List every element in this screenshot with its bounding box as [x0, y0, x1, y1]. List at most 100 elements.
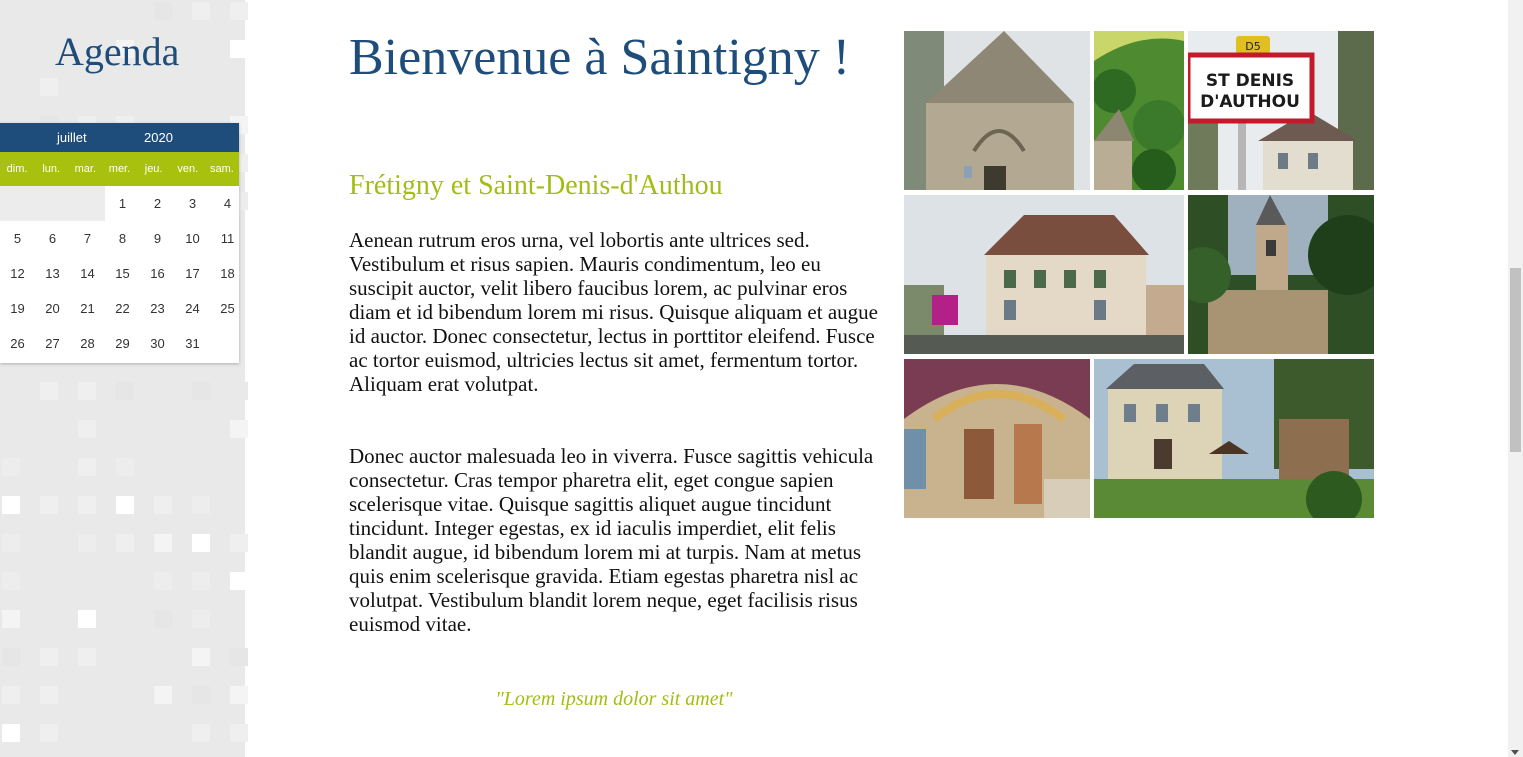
pattern-square — [154, 2, 172, 20]
pattern-square — [2, 724, 20, 742]
pattern-square — [40, 648, 58, 666]
sign-line-1: ST DENIS — [1206, 71, 1294, 91]
intro-paragraph: Aenean rutrum eros urna, vel lobortis an… — [349, 228, 878, 396]
calendar-day[interactable]: 31 — [175, 326, 210, 361]
photo-church-tower[interactable] — [1188, 195, 1374, 354]
calendar-month[interactable]: juillet — [57, 130, 87, 145]
pattern-square — [40, 724, 58, 742]
calendar-day[interactable]: 28 — [70, 326, 105, 361]
pattern-square — [230, 648, 248, 666]
photo-village-sign[interactable]: D5 ST DENIS D'AUTHOU — [1188, 31, 1374, 190]
page-subtitle: Frétigny et Saint-Denis-d'Authou — [349, 170, 723, 201]
scrollbar-thumb[interactable] — [1510, 268, 1521, 452]
calendar-day[interactable]: 19 — [0, 291, 35, 326]
pattern-square — [116, 496, 134, 514]
pattern-square — [2, 686, 20, 704]
pattern-square — [40, 78, 58, 96]
weekday-label: lun. — [42, 163, 61, 175]
agenda-title: Agenda — [55, 29, 180, 74]
calendar-day[interactable]: 8 — [105, 221, 140, 256]
calendar-day[interactable]: 20 — [35, 291, 70, 326]
calendar-day[interactable]: 24 — [175, 291, 210, 326]
pattern-square — [40, 686, 58, 704]
pattern-square — [192, 382, 210, 400]
pattern-square — [192, 572, 210, 590]
pattern-square — [2, 420, 20, 438]
calendar-day[interactable]: 11 — [210, 221, 245, 256]
second-paragraph: Donec auctor malesuada leo in viverra. F… — [349, 444, 874, 636]
calendar-year[interactable]: 2020 — [144, 130, 173, 145]
calendar-day[interactable]: 4 — [210, 186, 245, 221]
calendar-day[interactable]: 21 — [70, 291, 105, 326]
calendar-day[interactable]: 9 — [140, 221, 175, 256]
pattern-square — [78, 572, 96, 590]
pattern-square — [192, 458, 210, 476]
calendar-day[interactable]: 13 — [35, 256, 70, 291]
quote: "Lorem ipsum dolor sit amet" — [495, 688, 733, 710]
pattern-square — [230, 420, 248, 438]
calendar-day[interactable]: 16 — [140, 256, 175, 291]
weekday-label: mar. — [74, 163, 97, 175]
calendar-day[interactable]: 1 — [105, 186, 140, 221]
pattern-square — [154, 496, 172, 514]
calendar-day[interactable]: 27 — [35, 326, 70, 361]
pattern-square — [192, 648, 210, 666]
photo-countryside[interactable] — [1094, 31, 1184, 190]
pattern-square — [78, 648, 96, 666]
pattern-square — [154, 610, 172, 628]
photo-town-hall[interactable] — [904, 195, 1184, 354]
pattern-square — [78, 420, 96, 438]
calendar-day[interactable]: 15 — [105, 256, 140, 291]
pattern-square — [116, 458, 134, 476]
pattern-square — [230, 686, 248, 704]
calendar-day[interactable]: 2 — [140, 186, 175, 221]
pattern-square — [154, 534, 172, 552]
photo-fresco[interactable] — [904, 359, 1090, 518]
pattern-square — [2, 572, 20, 590]
sign-line-2: D'AUTHOU — [1200, 92, 1300, 112]
calendar-day[interactable]: 14 — [70, 256, 105, 291]
calendar-day[interactable]: 25 — [210, 291, 245, 326]
pattern-square — [40, 496, 58, 514]
pattern-square — [116, 534, 134, 552]
calendar-day[interactable]: 17 — [175, 256, 210, 291]
calendar-day[interactable]: 23 — [140, 291, 175, 326]
pattern-square — [192, 686, 210, 704]
page-scrollbar[interactable] — [1508, 0, 1523, 757]
calendar-day[interactable]: 5 — [0, 221, 35, 256]
pattern-square — [40, 534, 58, 552]
pattern-square — [2, 534, 20, 552]
pattern-square — [154, 686, 172, 704]
pattern-square — [78, 610, 96, 628]
photo-manor-house[interactable] — [1094, 359, 1374, 518]
pattern-square — [192, 496, 210, 514]
calendar-day[interactable]: 18 — [210, 256, 245, 291]
weekday-label: dim. — [6, 163, 28, 175]
pattern-square — [78, 458, 96, 476]
calendar-empty-cell — [35, 186, 70, 221]
page: Agenda juillet 2020 dim. lun. mar. mer. … — [0, 0, 1523, 757]
calendar-day[interactable]: 6 — [35, 221, 70, 256]
pattern-square — [78, 496, 96, 514]
calendar-day[interactable]: 12 — [0, 256, 35, 291]
agenda-calendar: juillet 2020 dim. lun. mar. mer. jeu. ve… — [0, 123, 239, 363]
pattern-square — [2, 458, 20, 476]
pattern-square — [230, 534, 248, 552]
page-title: Bienvenue à Saintigny ! — [349, 29, 851, 86]
calendar-day[interactable]: 7 — [70, 221, 105, 256]
pattern-square — [230, 382, 248, 400]
pattern-square — [230, 40, 248, 58]
calendar-day[interactable]: 26 — [0, 326, 35, 361]
sign-badge-text: D5 — [1245, 40, 1260, 53]
calendar-day[interactable]: 22 — [105, 291, 140, 326]
calendar-day[interactable]: 10 — [175, 221, 210, 256]
calendar-day[interactable]: 3 — [175, 186, 210, 221]
scroll-down-arrow-icon[interactable] — [1511, 750, 1519, 755]
calendar-header: juillet 2020 — [0, 123, 239, 152]
photo-chapel[interactable] — [904, 31, 1090, 190]
pattern-square — [230, 724, 248, 742]
calendar-day[interactable]: 30 — [140, 326, 175, 361]
pattern-square — [230, 2, 248, 20]
decorative-pattern — [0, 0, 248, 757]
calendar-day[interactable]: 29 — [105, 326, 140, 361]
